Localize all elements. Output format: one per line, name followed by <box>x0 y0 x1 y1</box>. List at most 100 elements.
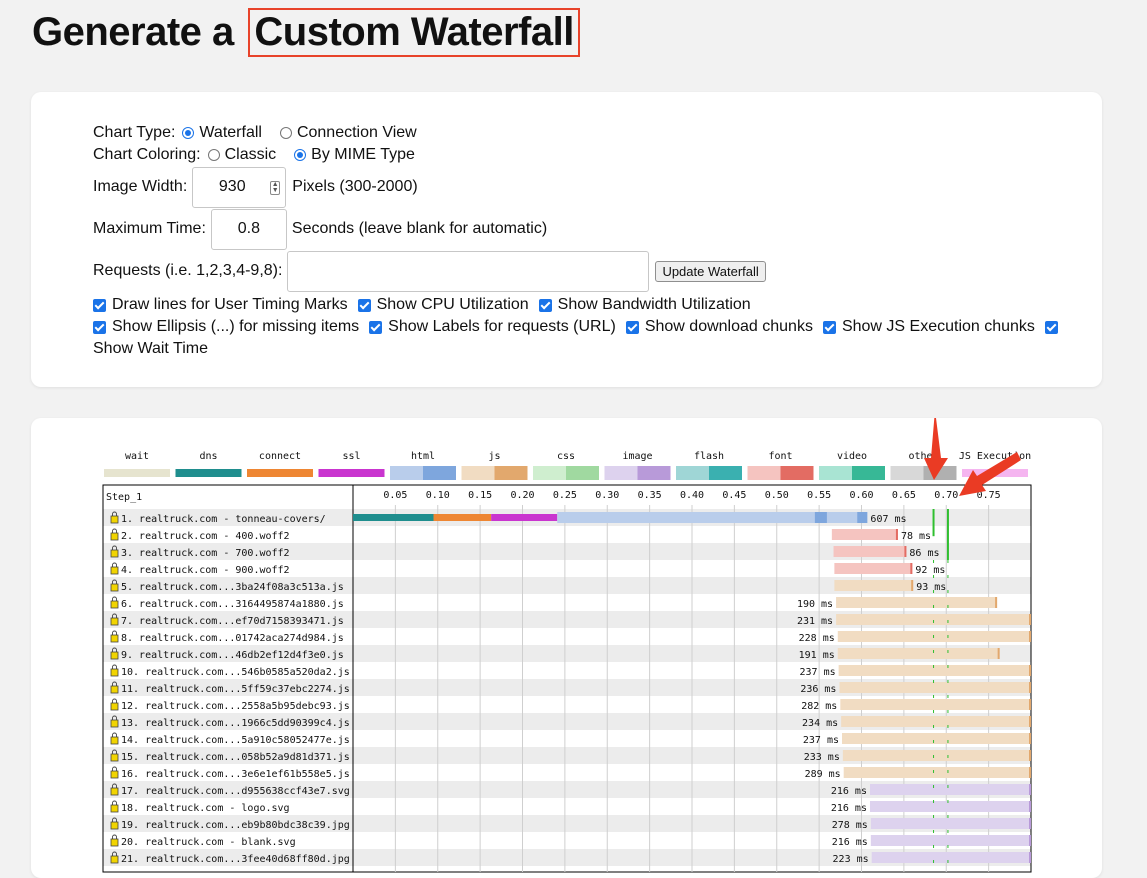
legend-swatch-dark <box>709 466 742 480</box>
request-bar <box>837 631 1031 642</box>
chart-type-connection-radio[interactable] <box>279 127 292 139</box>
max-time-input[interactable]: 0.8 <box>210 208 287 250</box>
image-width-value: 930 <box>218 178 246 195</box>
download-chunk <box>911 580 914 591</box>
request-bar <box>834 580 914 591</box>
axis-tick-label: 0.05 <box>383 490 407 501</box>
chart-type-waterfall-radio[interactable] <box>182 127 195 139</box>
lock-icon <box>110 702 119 711</box>
coloring-classic-label[interactable]: Classic <box>225 146 277 164</box>
legend-label: video <box>837 451 867 462</box>
duration-label: 216 ms <box>831 786 867 797</box>
lock-shackle-icon <box>112 732 117 737</box>
checkbox-icon[interactable] <box>625 320 639 334</box>
legend-swatch-dark <box>852 466 885 480</box>
checkbox-icon[interactable] <box>93 298 106 312</box>
waterfall-panel: wait dns connect ssl html js css image flash font… <box>31 418 1102 878</box>
download-chunk <box>1029 665 1031 676</box>
request-label: 14. realtruck.com...5a910c58052477e.js <box>121 735 350 746</box>
requests-row: Requests (i.e. 1,2,3,4-9,8): Update Wate… <box>93 250 1078 292</box>
requests-input[interactable] <box>287 250 650 292</box>
cpu-utilization-checkbox[interactable]: Show CPU Utilization <box>357 294 529 316</box>
legend-label: html <box>411 451 435 462</box>
request-bar <box>836 597 998 608</box>
request-label: 10. realtruck.com...546b0585a520da2.js <box>121 667 350 678</box>
duration-label: 216 ms <box>832 837 868 848</box>
download-chunk <box>997 648 1000 659</box>
image-width-label: Image Width: <box>93 178 188 195</box>
lock-icon <box>110 600 119 609</box>
legend-swatch <box>533 466 566 480</box>
coloring-mime-radio[interactable] <box>294 149 307 161</box>
request-label: 2. realtruck.com - 400.woff2 <box>121 531 290 542</box>
request-bar <box>843 767 1031 778</box>
ellipsis-checkbox[interactable]: Show Ellipsis (...) for missing items <box>93 316 359 338</box>
lock-icon <box>110 787 119 796</box>
stepper-icon[interactable]: ▲ ▼ <box>270 180 281 195</box>
legend-swatch-dark <box>423 466 456 480</box>
legend-swatch <box>461 466 495 480</box>
coloring-mime-label[interactable]: By MIME Type <box>311 146 415 164</box>
title-highlight: Custom Waterfall <box>248 8 580 57</box>
request-bar <box>870 835 1031 846</box>
duration-label: 190 ms <box>797 599 833 610</box>
request-label: 11. realtruck.com...5ff59c37ebc2274.js <box>121 684 350 695</box>
bandwidth-checkbox[interactable]: Show Bandwidth Utilization <box>538 294 751 316</box>
legend-label: image <box>622 451 652 462</box>
duration-label: 282 ms <box>801 701 837 712</box>
legend-label: font <box>768 451 792 462</box>
legend-swatch-dark <box>780 466 814 480</box>
labels-checkbox[interactable]: Show Labels for requests (URL) <box>369 316 616 338</box>
ssl-segment <box>491 514 558 521</box>
legend-swatch-dark <box>566 466 599 480</box>
duration-label: 237 ms <box>803 735 839 746</box>
request-bar <box>833 546 907 557</box>
update-waterfall-button[interactable]: Update Waterfall <box>655 260 766 282</box>
checkbox-icon[interactable] <box>93 320 106 334</box>
chart-type-waterfall-label[interactable]: Waterfall <box>199 124 262 142</box>
download-chunk <box>1029 767 1031 778</box>
request-label: 5. realtruck.com...3ba24f08a3c513a.js <box>121 582 344 593</box>
checkbox-icon[interactable] <box>1044 320 1058 334</box>
checkbox-icon[interactable] <box>369 320 383 334</box>
image-width-input[interactable]: 930 ▲ ▼ <box>192 166 287 208</box>
wait-time-checkbox[interactable] <box>1044 320 1064 334</box>
requests-label: Requests (i.e. 1,2,3,4-9,8): <box>93 262 283 279</box>
image-width-row: Image Width: 930 ▲ ▼ Pixels (300-2000) <box>93 166 1078 208</box>
request-bar <box>834 563 913 574</box>
download-chunks-checkbox[interactable]: Show download chunks <box>625 316 813 338</box>
download-chunk <box>904 546 907 557</box>
image-width-suffix: Pixels (300-2000) <box>292 178 418 195</box>
download-chunk <box>895 529 898 540</box>
checkbox-icon[interactable] <box>538 298 552 312</box>
duration-label: 228 ms <box>799 633 835 644</box>
request-label: 4. realtruck.com - 900.woff2 <box>121 565 290 576</box>
legend-swatch <box>819 466 852 480</box>
checkbox-label: Show JS Execution chunks <box>841 318 1035 335</box>
download-chunk <box>1029 614 1031 625</box>
axis-tick-label: 0.40 <box>680 490 704 501</box>
lock-shackle-icon <box>112 528 117 533</box>
js-execution-checkbox[interactable]: Show JS Execution chunks <box>822 316 1035 338</box>
lock-icon <box>110 566 119 575</box>
axis-tick-label: 0.45 <box>722 490 746 501</box>
duration-label: 216 ms <box>831 803 867 814</box>
legend-swatch <box>247 469 313 477</box>
chart-type-connection-label[interactable]: Connection View <box>297 124 417 142</box>
axis-tick-label: 0.60 <box>849 490 873 501</box>
lock-icon <box>110 719 119 728</box>
axis-tick-label: 0.65 <box>892 490 916 501</box>
coloring-classic-radio[interactable] <box>207 149 220 161</box>
duration-label: 234 ms <box>802 718 838 729</box>
request-label: 15. realtruck.com...058b52a9d81d371.js <box>121 752 350 763</box>
duration-label: 191 ms <box>799 650 835 661</box>
checkbox-icon[interactable] <box>357 298 371 312</box>
checkbox-label: Show Labels for requests (URL) <box>388 318 616 335</box>
checkbox-label: Show download chunks <box>644 318 813 335</box>
chart-coloring-row: Chart Coloring: Classic By MIME Type <box>93 144 1078 166</box>
duration-label: 278 ms <box>832 820 868 831</box>
user-timing-checkbox[interactable]: Draw lines for User Timing Marks <box>93 294 348 316</box>
request-bar <box>842 733 1031 744</box>
checkbox-icon[interactable] <box>822 320 836 334</box>
duration-label: 237 ms <box>799 667 835 678</box>
